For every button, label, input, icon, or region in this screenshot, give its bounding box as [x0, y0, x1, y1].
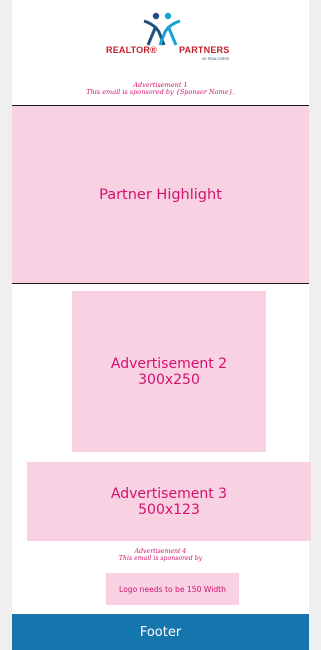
partner-highlight-label: Partner Highlight	[99, 186, 222, 203]
advertisement-2-size: 300x250	[138, 371, 200, 388]
partner-highlight[interactable]: Partner Highlight	[12, 106, 309, 283]
advertisement-3[interactable]: Advertisement 3 500x123	[27, 462, 311, 541]
advertisement-3-title: Advertisement 3	[110, 485, 228, 502]
footer-label: Footer	[139, 624, 182, 640]
advertisement-1-sponsor: This email is sponsored by {Sponsor Name…	[86, 88, 235, 96]
sponsor-logo-placeholder-text: Logo needs to be 150 Width	[119, 584, 226, 594]
logo-partners-text: PARTNERS	[179, 45, 230, 55]
realtor-partners-logo: REALTOR® PARTNERS NC REALTORS®	[12, 12, 309, 70]
sponsor-logo-placeholder[interactable]: Logo needs to be 150 Width	[106, 573, 239, 605]
advertisement-4-title: Advertisement 4	[134, 548, 187, 555]
advertisement-4-sponsor: This email is sponsored by	[118, 555, 203, 562]
logo-realtor-text: REALTOR®	[106, 45, 157, 55]
logo-sub-text: NC REALTORS®	[202, 57, 230, 61]
advertisement-2[interactable]: Advertisement 2 300x250	[72, 291, 266, 452]
advertisement-3-size: 500x123	[138, 501, 200, 518]
email-template: REALTOR® PARTNERS NC REALTORS® Advertise…	[12, 0, 311, 650]
advertisement-1[interactable]: Advertisement 1 This email is sponsored …	[12, 82, 309, 96]
divider-bottom	[12, 283, 309, 284]
advertisement-4: Advertisement 4 This email is sponsored …	[12, 548, 309, 562]
figures-icon	[143, 12, 181, 46]
advertisement-2-title: Advertisement 2	[110, 355, 228, 372]
footer[interactable]: Footer	[12, 614, 309, 650]
